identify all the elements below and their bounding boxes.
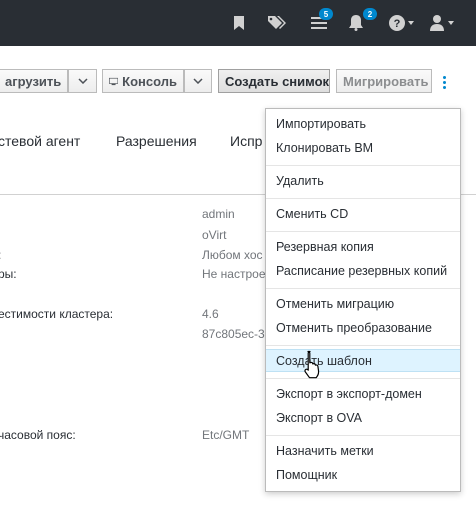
detail-value: 87c805ec-3: [202, 327, 265, 341]
detail-value: oVirt: [202, 228, 227, 242]
menu-divider: [266, 288, 460, 289]
detail-value: Etc/GMT: [202, 428, 250, 442]
detail-value: Не настрое: [202, 267, 266, 281]
menu-item-cancel-conversion[interactable]: Отменить преобразование: [266, 317, 460, 340]
migrate-button[interactable]: Мигрировать: [336, 69, 432, 93]
hand-pointer-icon: [304, 350, 320, 379]
load-button[interactable]: агрузить: [0, 69, 68, 93]
menu-item-export-ova[interactable]: Экспорт в OVA: [266, 407, 460, 430]
menu-divider: [266, 198, 460, 199]
detail-label: ры:: [0, 267, 17, 281]
monitor-icon: [109, 77, 119, 85]
masthead: 5 2 ?: [0, 0, 476, 46]
load-dropdown-toggle[interactable]: [68, 69, 97, 93]
menu-item-change-cd[interactable]: Сменить CD: [266, 203, 460, 226]
menu-divider: [266, 378, 460, 379]
help-icon[interactable]: ?: [388, 0, 416, 46]
menu-item-assign-tags[interactable]: Назначить метки: [266, 440, 460, 463]
kebab-icon[interactable]: [436, 72, 452, 92]
tab-permissions[interactable]: Разрешения: [116, 133, 197, 149]
migrate-label: Мигрировать: [343, 73, 429, 89]
menu-item-backup[interactable]: Резервная копия: [266, 236, 460, 259]
menu-item-backup-schedule[interactable]: Расписание резервных копий: [266, 260, 460, 283]
menu-item-clone-vm[interactable]: Клонировать ВМ: [266, 137, 460, 160]
svg-text:?: ?: [394, 18, 401, 30]
menu-item-guide-me[interactable]: Помощник: [266, 464, 460, 487]
chevron-down-icon: [193, 78, 203, 84]
tab-errata[interactable]: Испр: [230, 133, 262, 149]
more-actions-menu: Импортировать Клонировать ВМ Удалить Сме…: [265, 108, 461, 492]
detail-value: 4.6: [202, 307, 219, 321]
menu-divider: [266, 345, 460, 346]
menu-divider: [266, 231, 460, 232]
tags-icon[interactable]: [266, 0, 288, 46]
bookmark-icon[interactable]: [229, 0, 249, 46]
detail-label: :: [0, 248, 1, 262]
load-button-label: агрузить: [5, 73, 62, 89]
detail-value: Любом хос: [202, 248, 263, 262]
tab-guest-agent[interactable]: стевой агент: [0, 133, 80, 149]
console-dropdown-toggle[interactable]: [184, 69, 212, 93]
detail-value: admin: [202, 207, 235, 221]
chevron-down-icon: [77, 78, 88, 84]
notifications-badge: 2: [363, 8, 377, 20]
menu-divider: [266, 165, 460, 166]
console-button-label: Консоль: [122, 73, 177, 89]
bell-icon[interactable]: 2: [344, 0, 377, 46]
create-snapshot-label: Создать снимок: [225, 73, 330, 89]
menu-item-import[interactable]: Импортировать: [266, 113, 460, 136]
menu-item-cancel-migration[interactable]: Отменить миграцию: [266, 293, 460, 316]
menu-divider: [266, 435, 460, 436]
console-button[interactable]: Консоль: [102, 69, 184, 93]
tasks-icon[interactable]: 5: [307, 0, 333, 46]
menu-item-export-domain[interactable]: Экспорт в экспорт-домен: [266, 383, 460, 406]
events-badge: 5: [319, 8, 333, 20]
detail-label: часовой пояс:: [0, 428, 76, 442]
create-snapshot-button[interactable]: Создать снимок: [218, 69, 330, 93]
menu-item-remove[interactable]: Удалить: [266, 170, 460, 193]
menu-item-make-template[interactable]: Создать шаблон: [266, 349, 460, 372]
detail-label: естимости кластера:: [0, 307, 114, 321]
user-icon[interactable]: [428, 0, 458, 46]
